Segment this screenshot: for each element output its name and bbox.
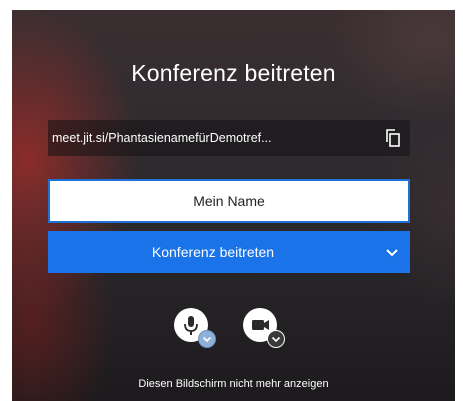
prejoin-panel: Konferenz beitreten meet.jit.si/Phantasi… [12, 10, 455, 401]
display-name-input[interactable] [48, 179, 410, 223]
meeting-url-row: meet.jit.si/PhantasienamefürDemotref... [48, 120, 410, 156]
chevron-down-icon[interactable] [384, 244, 400, 260]
join-meeting-label: Konferenz beitreten [151, 244, 275, 260]
copy-icon[interactable] [380, 125, 406, 151]
screen: Konferenz beitreten meet.jit.si/Phantasi… [0, 0, 463, 401]
camera-button[interactable] [243, 308, 285, 348]
chevron-down-icon [202, 336, 212, 343]
page-title: Konferenz beitreten [131, 60, 336, 86]
chevron-down-icon [271, 336, 281, 343]
hide-prejoin-screen-link[interactable]: Diesen Bildschirm nicht mehr anzeigen [12, 378, 455, 390]
camera-settings-button[interactable] [267, 330, 285, 348]
join-meeting-button[interactable]: Konferenz beitreten [48, 231, 410, 273]
microphone-settings-button[interactable] [198, 330, 216, 348]
meeting-url-text: meet.jit.si/PhantasienamefürDemotref... [52, 131, 272, 145]
microphone-button[interactable] [174, 308, 216, 348]
